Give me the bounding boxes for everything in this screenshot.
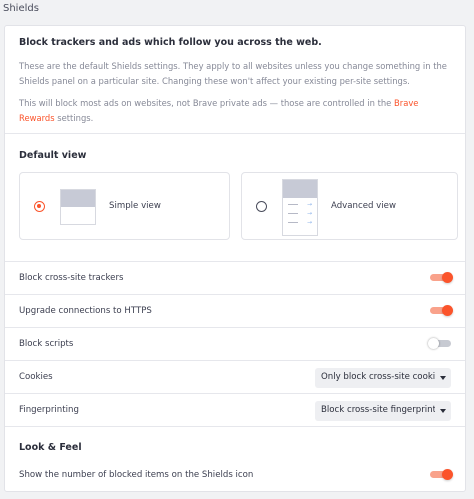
setting-label: Cookies	[19, 372, 53, 382]
toggle-knob	[442, 468, 453, 480]
intro-description: These are the default Shields settings. …	[19, 61, 447, 86]
advanced-view-radio[interactable]	[256, 201, 267, 212]
setting-label: Upgrade connections to HTTPS	[19, 306, 152, 316]
setting-row-blocked-count: Show the number of blocked items on the …	[5, 459, 465, 492]
block-scripts-toggle[interactable]	[428, 337, 451, 349]
toggle-knob	[442, 304, 453, 316]
advanced-view-option[interactable]: → → → Advanced view	[241, 172, 458, 240]
cookies-select[interactable]: Only block cross-site cookies	[315, 368, 451, 388]
fingerprinting-select-value: Block cross-site fingerprintin	[321, 405, 435, 415]
block-trackers-toggle[interactable]	[430, 271, 453, 283]
intro-ads-note: This will block most ads on websites, no…	[19, 96, 455, 126]
setting-row-block-trackers: Block cross-site trackers	[5, 261, 465, 294]
page-title: Shields	[3, 3, 39, 14]
simple-view-option[interactable]: Simple view	[19, 172, 230, 240]
setting-row-fingerprinting: Fingerprinting Block cross-site fingerpr…	[5, 393, 465, 426]
setting-row-cookies: Cookies Only block cross-site cookies	[5, 360, 465, 393]
setting-label: Show the number of blocked items on the …	[19, 470, 254, 480]
setting-row-block-scripts: Block scripts	[5, 327, 465, 360]
advanced-view-thumbnail: → → →	[282, 179, 318, 236]
show-blocked-count-toggle[interactable]	[430, 468, 453, 480]
chevron-down-icon	[440, 376, 446, 380]
chevron-down-icon	[440, 409, 446, 413]
ads-note-text: This will block most ads on websites, no…	[19, 98, 394, 108]
simple-view-label: Simple view	[109, 201, 161, 211]
look-and-feel-heading: Look & Feel	[19, 442, 82, 453]
https-upgrade-toggle[interactable]	[430, 304, 453, 316]
intro-heading: Block trackers and ads which follow you …	[19, 37, 322, 48]
setting-label: Fingerprinting	[19, 405, 79, 415]
divider	[5, 133, 465, 134]
ads-note-suffix: settings.	[54, 113, 94, 123]
setting-row-https: Upgrade connections to HTTPS	[5, 294, 465, 327]
advanced-view-label: Advanced view	[331, 201, 396, 211]
shields-settings-card: Block trackers and ads which follow you …	[4, 25, 466, 492]
simple-view-radio[interactable]	[34, 201, 45, 212]
cookies-select-value: Only block cross-site cookies	[321, 372, 435, 382]
divider	[5, 426, 465, 427]
default-view-heading: Default view	[19, 150, 87, 161]
intro-section: Block trackers and ads which follow you …	[19, 37, 455, 123]
fingerprinting-select[interactable]: Block cross-site fingerprintin	[315, 401, 451, 421]
setting-label: Block scripts	[19, 339, 74, 349]
setting-label: Block cross-site trackers	[19, 273, 124, 283]
toggle-knob	[442, 271, 453, 283]
toggle-knob	[428, 337, 439, 349]
simple-view-thumbnail	[60, 189, 96, 225]
